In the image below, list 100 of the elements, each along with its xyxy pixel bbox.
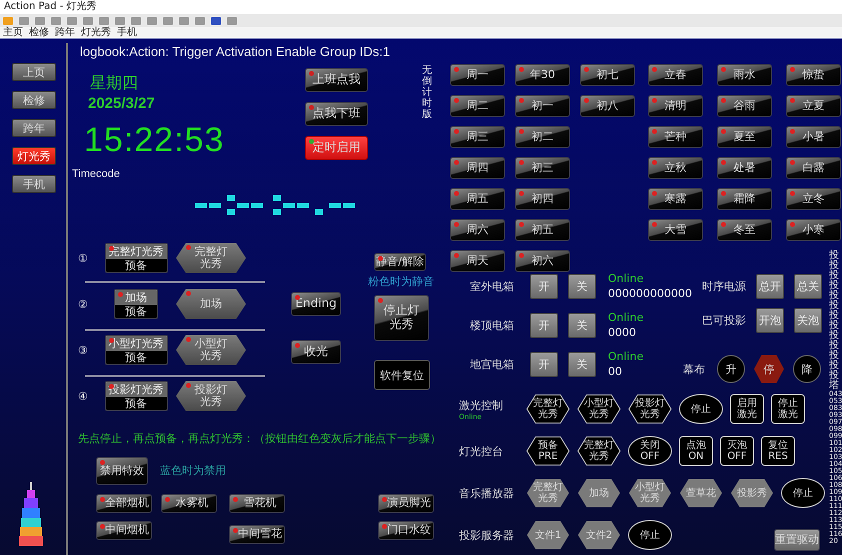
calendar-button[interactable]: 周二 (450, 95, 505, 117)
control-button[interactable]: 停止激光 (771, 394, 805, 424)
effect-button[interactable]: 门口水纹 (378, 521, 434, 540)
step-number: ④ (78, 390, 89, 402)
curtain-button[interactable]: 升 (717, 355, 745, 383)
solar-term-button[interactable]: 夏至 (717, 126, 772, 148)
action-button[interactable]: 点我下班 (305, 102, 368, 126)
stop-show-button[interactable]: 停止灯光秀 (374, 295, 429, 341)
solar-term-button[interactable]: 处暑 (717, 157, 772, 179)
log-line: 投 (829, 251, 840, 261)
control-button[interactable]: 投影灯光秀 (628, 394, 672, 424)
control-row-label: 投影服务器 (459, 528, 514, 542)
show-button[interactable]: 加场 (176, 289, 246, 319)
sidebar-button[interactable]: 跨年 (12, 119, 56, 137)
effect-button[interactable]: 中间雪花 (229, 525, 285, 544)
calendar-button[interactable]: 初四 (515, 188, 570, 210)
solar-term-button[interactable]: 立冬 (786, 188, 841, 210)
calendar-button[interactable]: 周一 (450, 64, 505, 86)
solar-term-button[interactable]: 小寒 (786, 219, 841, 241)
solar-term-button[interactable]: 大雪 (648, 219, 703, 241)
effect-button[interactable]: 雪花机 (229, 494, 285, 513)
menu-tab[interactable]: 跨年 (55, 27, 75, 38)
calendar-button[interactable]: 初二 (515, 126, 570, 148)
log-line: 投 (829, 371, 840, 381)
sidebar-button[interactable]: 上页 (12, 63, 56, 81)
solar-term-button[interactable]: 冬至 (717, 219, 772, 241)
solar-term-button[interactable]: 寒露 (648, 188, 703, 210)
control-button[interactable]: 停止 (628, 520, 672, 550)
log-line: 投 (829, 341, 840, 351)
disable-effects-button[interactable]: 禁用特效 (96, 457, 148, 485)
control-row-label: 激光控制 (459, 398, 503, 412)
effect-button[interactable]: 演员脚光 (378, 494, 434, 513)
calendar-button[interactable]: 初六 (515, 250, 570, 272)
calendar-button[interactable]: 周四 (450, 157, 505, 179)
control-button[interactable]: 完整灯光秀 (526, 394, 570, 424)
menu-tab[interactable]: 检修 (29, 27, 49, 38)
control-button[interactable]: 停止 (781, 478, 825, 508)
power-box-label: 楼顶电箱 (470, 318, 515, 333)
solar-term-button[interactable]: 谷雨 (717, 95, 772, 117)
control-button[interactable]: 小型灯光秀 (577, 394, 621, 424)
disable-hint: 蓝色时为禁用 (160, 463, 226, 478)
calendar-button[interactable]: 周五 (450, 188, 505, 210)
control-button[interactable]: 关闭 OFF (628, 436, 672, 466)
log-line: 投 (829, 291, 840, 301)
calendar-button[interactable]: 周三 (450, 126, 505, 148)
toolbar-icon[interactable] (210, 14, 222, 26)
menu-tab[interactable]: 灯光秀 (81, 27, 111, 38)
control-button[interactable]: 复位 RES (761, 436, 795, 466)
control-button[interactable]: 停止 (679, 394, 723, 424)
date-text: 2025/3/27 (88, 95, 155, 112)
log-line: 投 (829, 311, 840, 321)
reset-button[interactable]: 软件复位 (374, 360, 430, 390)
effect-button[interactable]: 全部烟机 (96, 494, 152, 513)
solar-term-button[interactable]: 惊蛰 (786, 64, 841, 86)
solar-term-button[interactable]: 立秋 (648, 157, 703, 179)
effect-button[interactable]: 水雾机 (161, 494, 217, 513)
sidebar-button[interactable]: 手机 (12, 175, 56, 193)
status-text: Online (608, 272, 644, 286)
curtain-button[interactable]: 降 (793, 355, 821, 383)
calendar-button[interactable]: 初五 (515, 219, 570, 241)
calendar-button[interactable]: 初三 (515, 157, 570, 179)
control-button[interactable]: 启用激光 (730, 394, 764, 424)
solar-term-button[interactable]: 小暑 (786, 126, 841, 148)
device-label: 时序电源 (702, 279, 746, 294)
calendar-button[interactable]: 初七 (580, 64, 635, 86)
fade-button[interactable]: 收光 (291, 340, 341, 364)
menu-tab[interactable]: 手机 (117, 27, 137, 38)
menu-tab[interactable]: 主页 (3, 27, 23, 38)
control-button[interactable]: 点泡 ON (679, 436, 713, 466)
effect-button[interactable]: 中间烟机 (96, 521, 152, 540)
sidebar-button[interactable]: 检修 (12, 91, 56, 109)
status-value: 00 (608, 364, 623, 380)
sidebar-button[interactable]: 灯光秀 (12, 147, 56, 165)
step-number: ③ (78, 344, 89, 356)
control-row-label: 音乐播放器 (459, 486, 514, 500)
solar-term-button[interactable]: 清明 (648, 95, 703, 117)
solar-term-button[interactable]: 立夏 (786, 95, 841, 117)
prepare-button[interactable]: 加场 预备 (114, 289, 158, 319)
control-button[interactable]: 完整灯光秀 (577, 436, 621, 466)
curtain-button[interactable]: 停 (754, 355, 784, 383)
solar-term-button[interactable]: 芒种 (648, 126, 703, 148)
show-button[interactable]: 完整灯光秀 (176, 243, 246, 273)
calendar-button[interactable]: 年30 (515, 64, 570, 86)
show-button[interactable]: 小型灯光秀 (176, 335, 246, 365)
calendar-button[interactable]: 初一 (515, 95, 570, 117)
calendar-button[interactable]: 周六 (450, 219, 505, 241)
log-line: 塔 (829, 381, 839, 391)
control-button[interactable]: 预备 PRE (526, 436, 570, 466)
solar-term-button[interactable]: 雨水 (717, 64, 772, 86)
solar-term-button[interactable]: 霜降 (717, 188, 772, 210)
action-button[interactable]: 上班点我 (305, 68, 368, 92)
ending-button[interactable]: Ending (291, 292, 341, 316)
solar-term-button[interactable]: 白露 (786, 157, 841, 179)
control-button[interactable]: 灭泡 OFF (720, 436, 754, 466)
step-number: ① (78, 252, 89, 264)
solar-term-button[interactable]: 立春 (648, 64, 703, 86)
calendar-button[interactable]: 初八 (580, 95, 635, 117)
countdown-note: 无倒计时版 (422, 65, 433, 120)
calendar-button[interactable]: 周天 (450, 250, 505, 272)
show-button[interactable]: 投影灯光秀 (176, 381, 246, 411)
